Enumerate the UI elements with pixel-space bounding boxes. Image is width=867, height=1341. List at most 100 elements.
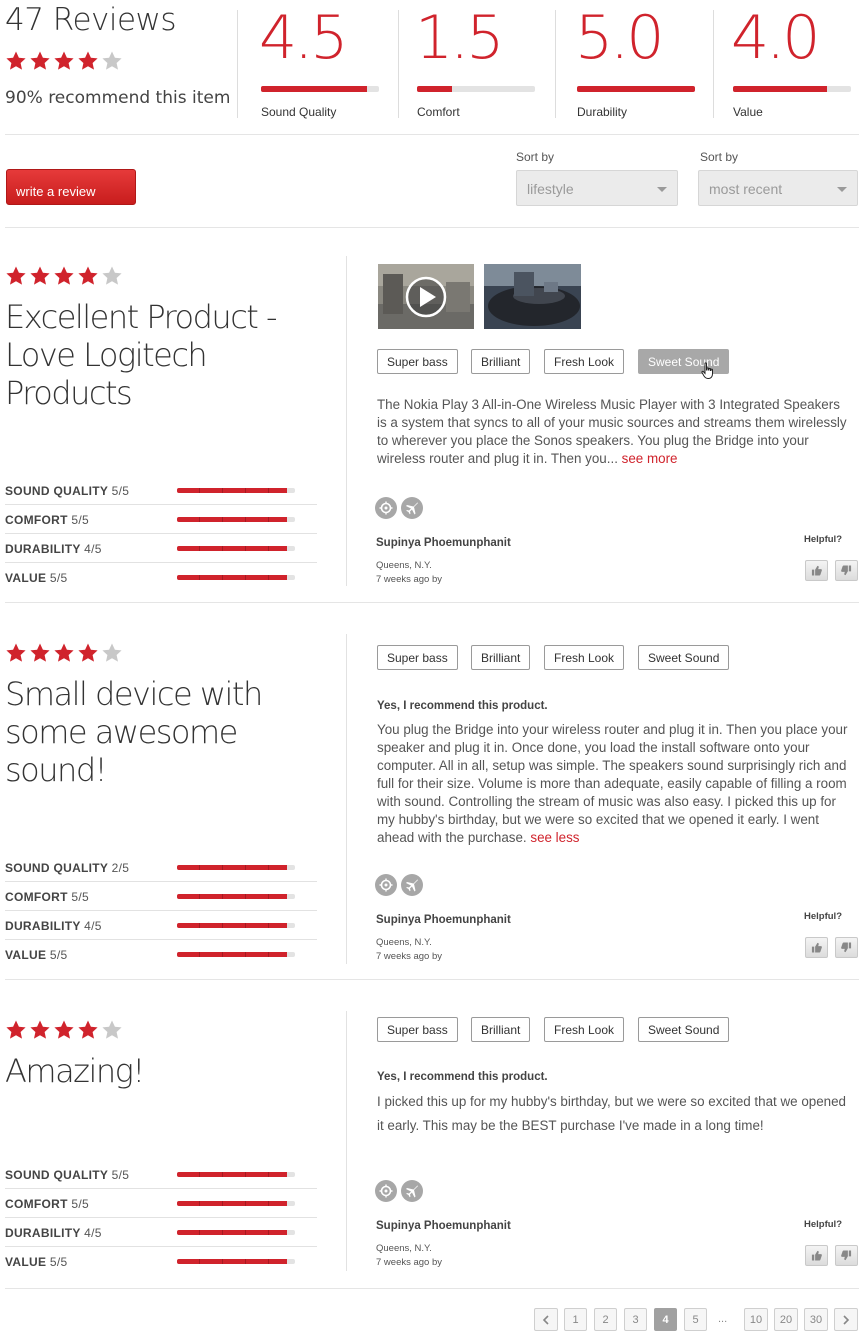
pagination-page-3[interactable]: 3 (624, 1308, 647, 1331)
rating-row: VALUE 5/5 (5, 563, 317, 592)
rating-bar (177, 1230, 295, 1235)
star-filled-icon (5, 265, 29, 287)
tag-sweet-sound[interactable]: Sweet Sound (638, 349, 730, 374)
rating-label: COMFORT 5/5 (5, 890, 89, 904)
divider (346, 1011, 347, 1271)
tag-brilliant[interactable]: Brilliant (471, 1017, 531, 1042)
star-filled-icon (77, 265, 101, 287)
review-ratings-list: SOUND QUALITY 2/5 COMFORT 5/5 DURABILITY… (5, 853, 317, 969)
sort-select-value: lifestyle (527, 181, 574, 197)
rating-label: SOUND QUALITY 5/5 (5, 484, 130, 498)
rating-row: COMFORT 5/5 (5, 882, 317, 911)
thumbs-down-button[interactable] (835, 1245, 858, 1266)
divider (346, 256, 347, 586)
helpful-label: Helpful? (804, 534, 842, 545)
rating-bar (177, 575, 295, 580)
tag-fresh-look[interactable]: Fresh Look (544, 1017, 625, 1042)
review-time: 7 weeks ago by (376, 574, 443, 585)
chevron-down-icon (657, 187, 667, 192)
rating-row: DURABILITY 4/5 (5, 534, 317, 563)
pagination-prev-button[interactable] (534, 1308, 558, 1331)
review-location: Queens, N.Y. (376, 937, 432, 948)
star-filled-icon (53, 1019, 77, 1041)
tag-super-bass[interactable]: Super bass (377, 1017, 458, 1042)
tag-sweet-sound[interactable]: Sweet Sound (638, 645, 730, 670)
rating-bar (177, 517, 295, 522)
review-author: Supinya Phoemunphanit (376, 537, 511, 549)
pagination-page-1[interactable]: 1 (564, 1308, 587, 1331)
tag-super-bass[interactable]: Super bass (377, 645, 458, 670)
see-less-link[interactable]: see less (530, 830, 579, 845)
tag-sweet-sound[interactable]: Sweet Sound (638, 1017, 730, 1042)
star-filled-icon (29, 265, 53, 287)
rating-bar (177, 923, 295, 928)
review-meta: Queens, N.Y. 7 weeks ago by (376, 936, 442, 964)
pagination-page-2[interactable]: 2 (594, 1308, 617, 1331)
metric-label: Sound Quality (261, 105, 337, 119)
pagination-page-30[interactable]: 30 (804, 1308, 828, 1331)
rating-label: COMFORT 5/5 (5, 1197, 89, 1211)
star-filled-icon (77, 642, 101, 664)
write-review-button[interactable]: write a review (6, 169, 136, 205)
chevron-left-icon (542, 1314, 549, 1325)
metric-bar (261, 86, 379, 92)
divider (237, 10, 238, 118)
star-filled-icon (5, 1019, 29, 1041)
review-badges (375, 874, 423, 896)
divider (5, 227, 859, 228)
metric-value: 4.0 (731, 3, 820, 73)
pagination-page-20[interactable]: 20 (774, 1308, 798, 1331)
star-filled-icon (29, 1019, 53, 1041)
thumbs-down-button[interactable] (835, 937, 858, 958)
rating-label: VALUE 5/5 (5, 948, 68, 962)
compass-icon (375, 1180, 397, 1202)
sort-lifestyle-select[interactable]: lifestyle (516, 170, 678, 206)
tag-brilliant[interactable]: Brilliant (471, 645, 531, 670)
review-ratings-list: SOUND QUALITY 5/5 COMFORT 5/5 DURABILITY… (5, 1160, 317, 1276)
review-location: Queens, N.Y. (376, 1243, 432, 1254)
thumbs-up-button[interactable] (805, 1245, 828, 1266)
thumbs-up-button[interactable] (805, 937, 828, 958)
star-empty-icon (101, 50, 125, 72)
pagination-next-button[interactable] (834, 1308, 858, 1331)
review-photo-thumbnail[interactable] (484, 264, 581, 329)
see-more-link[interactable]: see more (622, 451, 678, 466)
recommend-statement: Yes, I recommend this product. (377, 1071, 548, 1083)
divider (555, 10, 556, 118)
pagination-page-5[interactable]: 5 (684, 1308, 707, 1331)
rating-bar (177, 546, 295, 551)
metric-label: Comfort (417, 105, 460, 119)
divider (5, 134, 859, 135)
review-video-thumbnail[interactable] (378, 264, 474, 329)
helpful-label: Helpful? (804, 1219, 842, 1230)
pagination-page-10[interactable]: 10 (744, 1308, 768, 1331)
review-ratings-list: SOUND QUALITY 5/5 COMFORT 5/5 DURABILITY… (5, 476, 317, 592)
metric-bar (417, 86, 535, 92)
rating-row: DURABILITY 4/5 (5, 1218, 317, 1247)
rating-label: COMFORT 5/5 (5, 513, 89, 527)
thumbs-down-button[interactable] (835, 560, 858, 581)
rating-label: VALUE 5/5 (5, 571, 68, 585)
review-title: Small device with some awesome sound! (5, 675, 263, 789)
helpful-label: Helpful? (804, 911, 842, 922)
tag-brilliant[interactable]: Brilliant (471, 349, 531, 374)
thumbs-up-button[interactable] (805, 560, 828, 581)
tag-super-bass[interactable]: Super bass (377, 349, 458, 374)
airplane-icon (401, 497, 423, 519)
review-title: Amazing! (5, 1052, 145, 1090)
hand-cursor-icon (701, 362, 715, 385)
star-filled-icon (77, 1019, 101, 1041)
tag-fresh-look[interactable]: Fresh Look (544, 645, 625, 670)
rating-label: VALUE 5/5 (5, 1255, 68, 1269)
star-filled-icon (29, 50, 53, 72)
divider (346, 634, 347, 964)
star-filled-icon (5, 642, 29, 664)
star-filled-icon (77, 50, 101, 72)
thumbs-up-icon (811, 565, 822, 576)
pagination-page-4[interactable]: 4 (654, 1308, 677, 1331)
rating-row: COMFORT 5/5 (5, 1189, 317, 1218)
sort-recency-select[interactable]: most recent (698, 170, 858, 206)
star-filled-icon (5, 50, 29, 72)
rating-label: DURABILITY 4/5 (5, 1226, 102, 1240)
tag-fresh-look[interactable]: Fresh Look (544, 349, 625, 374)
